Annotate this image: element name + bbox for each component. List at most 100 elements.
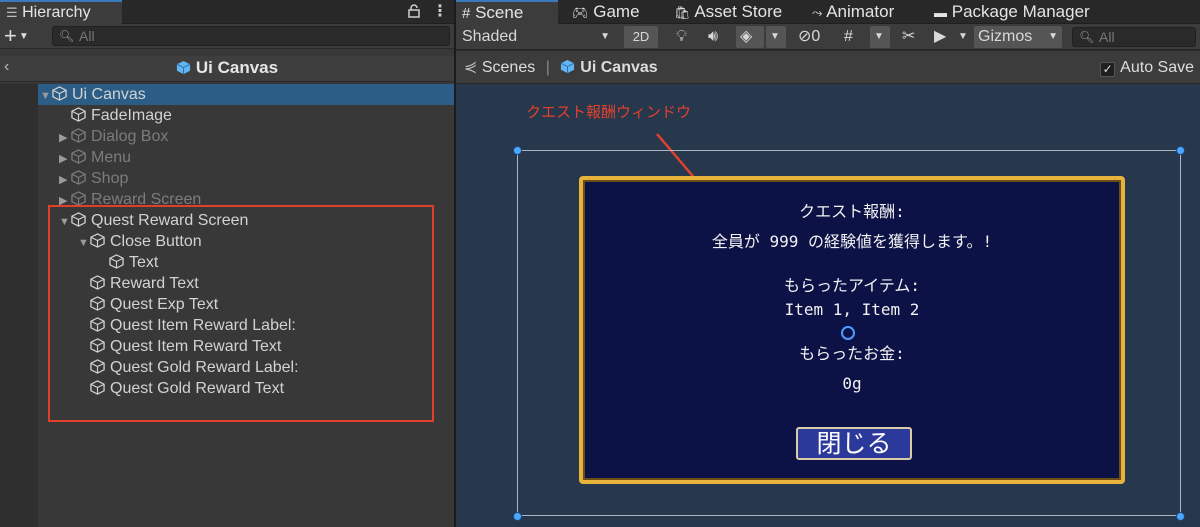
checkbox-checked-icon[interactable]: ✓	[1100, 62, 1116, 77]
list-icon: ☰	[6, 5, 18, 20]
hierarchy-search-placeholder: All	[79, 28, 95, 44]
hidden-count: 0	[811, 28, 821, 45]
gameobject-cube-icon	[71, 170, 86, 185]
hidden-objects-toggle[interactable]: ⊘0	[794, 26, 834, 48]
hierarchy-row-label: Ui Canvas	[72, 86, 146, 103]
tab-hierarchy[interactable]: ☰ Hierarchy	[0, 0, 122, 24]
chevron-down-icon: ▼	[18, 31, 29, 42]
hierarchy-row[interactable]: ▶ Shop	[59, 168, 128, 189]
hierarchy-toolbar: + ▼ 🔍︎ All	[0, 24, 454, 49]
camera-icon[interactable]: ▶	[930, 26, 954, 48]
audio-toggle-icon[interactable]: 🔊︎	[704, 26, 730, 48]
add-object-button[interactable]: + ▼	[4, 24, 29, 49]
toggle-2d-button[interactable]: 2D	[624, 26, 658, 48]
chevron-down-icon: ▼	[600, 31, 610, 42]
shading-mode-value: Shaded	[462, 28, 518, 45]
chevron-down-icon: ▼	[1048, 31, 1058, 42]
lock-icon[interactable]	[408, 0, 420, 24]
expand-arrow-right-icon[interactable]: ▶	[59, 170, 71, 191]
breadcrumb: ⋞ Scenes | Ui Canvas	[464, 57, 658, 77]
package-icon: ▬	[934, 5, 947, 20]
dialog-gold-label: もらったお金:	[799, 344, 905, 363]
add-label: +	[4, 23, 17, 48]
hierarchy-row-label: Shop	[91, 170, 129, 187]
prefab-title: Ui Canvas	[0, 58, 454, 78]
dialog-item-label: もらったアイテム:	[783, 276, 921, 295]
close-button[interactable]: 閉じる	[796, 427, 912, 460]
prefab-cube-icon	[176, 60, 191, 75]
tab-game-label: Game	[593, 2, 640, 21]
tab-animator-label: Animator	[826, 2, 895, 21]
scene-toolbar: Shaded ▼ 2D 💡︎ 🔊︎ ◈ ▼ ⊘0 # ▼ ✂ ▶ ▼ Gizmo…	[456, 24, 1200, 50]
hierarchy-row[interactable]: ▼ Ui Canvas	[38, 84, 454, 105]
gizmos-label: Gizmos	[978, 28, 1033, 45]
breadcrumb-separator: |	[545, 59, 550, 76]
expand-arrow-right-icon[interactable]: ▶	[59, 128, 71, 149]
grid-dropdown-icon[interactable]: ▼	[870, 26, 890, 48]
tab-game[interactable]: 🎮︎ Game	[566, 0, 640, 24]
hierarchy-search-input[interactable]: 🔍︎ All	[52, 26, 450, 46]
tab-asset-store[interactable]: 🛍︎ Asset Store	[668, 0, 782, 24]
tools-icon[interactable]: ✂	[898, 26, 924, 48]
resize-handle-top-left[interactable]	[513, 146, 522, 155]
scene-viewport[interactable]: クエスト報酬ウィンドウ クエスト報酬: 全員が 999 の経験値を獲得します。!…	[456, 84, 1200, 527]
hierarchy-gutter	[0, 84, 38, 527]
bag-icon: 🛍︎	[674, 5, 691, 20]
tab-animator[interactable]: ⤳ Animator	[806, 0, 894, 24]
highlight-annotation-box	[48, 205, 434, 422]
camera-dropdown-icon[interactable]: ▼	[954, 26, 972, 48]
search-icon: 🔍︎	[1079, 30, 1095, 44]
tab-asset-store-label: Asset Store	[694, 2, 783, 21]
resize-handle-top-right[interactable]	[1176, 146, 1185, 155]
scene-search-placeholder: All	[1099, 29, 1115, 45]
hierarchy-row-label: FadeImage	[91, 107, 172, 124]
annotation-label: クエスト報酬ウィンドウ	[526, 103, 692, 121]
expand-arrow-right-icon[interactable]: ▶	[59, 149, 71, 170]
prefab-cube-icon	[561, 59, 575, 74]
auto-save-toggle[interactable]: ✓ Auto Save	[1100, 59, 1194, 77]
hierarchy-row[interactable]: FadeImage	[59, 105, 172, 126]
dialog-title: クエスト報酬:	[799, 202, 905, 221]
scene-panel: # Scene 🎮︎ Game 🛍︎ Asset Store ⤳ Animato…	[456, 0, 1200, 527]
dialog-exp-text: 全員が 999 の経験値を獲得します。!	[711, 232, 993, 251]
scenes-icon: ⋞	[464, 59, 478, 76]
toggle-2d-label: 2D	[632, 29, 650, 44]
prefab-breadcrumb: ‹ Ui Canvas	[0, 56, 454, 82]
lighting-toggle-icon[interactable]: 💡︎	[672, 26, 696, 48]
effects-dropdown-icon[interactable]: ▼	[766, 26, 786, 48]
grid-toggle-icon[interactable]: #	[840, 26, 866, 48]
search-icon: 🔍︎	[59, 29, 75, 43]
resize-handle-bottom-right[interactable]	[1176, 512, 1185, 521]
hierarchy-row[interactable]: ▶ Dialog Box	[59, 126, 168, 147]
resize-handle-bottom-left[interactable]	[513, 512, 522, 521]
pivot-handle[interactable]	[841, 326, 855, 340]
hierarchy-row-label: Menu	[91, 149, 132, 166]
gamepad-icon: 🎮︎	[572, 5, 589, 20]
hierarchy-tabbar: ☰ Hierarchy ⋮	[0, 0, 454, 24]
hierarchy-row-label: Dialog Box	[91, 128, 169, 145]
tab-hierarchy-label: Hierarchy	[22, 4, 91, 21]
tab-package-manager[interactable]: ▬ Package Manager	[928, 0, 1090, 24]
scene-search-input[interactable]: 🔍︎ All	[1072, 27, 1196, 47]
hierarchy-row[interactable]: ▶ Menu	[59, 147, 131, 168]
breadcrumb-scenes[interactable]: Scenes	[482, 59, 535, 76]
dialog-item-text: Item 1, Item 2	[784, 300, 920, 319]
gameobject-cube-icon	[71, 149, 86, 164]
dialog-gold-text: 0g	[842, 374, 862, 393]
prefab-title-label: Ui Canvas	[195, 58, 279, 77]
tab-scene[interactable]: # Scene	[456, 0, 558, 24]
effects-toggle-icon[interactable]: ◈	[736, 26, 764, 48]
shading-mode-dropdown[interactable]: Shaded ▼	[458, 26, 614, 48]
hierarchy-panel: ☰ Hierarchy ⋮ + ▼ 🔍︎ All ‹ Ui Canvas ▼ Ui …	[0, 0, 454, 527]
gameobject-cube-icon	[71, 191, 86, 206]
expand-arrow-down-icon[interactable]: ▼	[40, 86, 52, 107]
eye-slash-icon: ⊘	[798, 28, 812, 45]
auto-save-label: Auto Save	[1120, 59, 1194, 76]
animator-icon: ⤳	[812, 5, 823, 20]
breadcrumb-current: Ui Canvas	[580, 59, 658, 76]
more-menu-icon[interactable]: ⋮	[432, 0, 448, 24]
grid-icon: #	[462, 5, 471, 22]
tab-scene-label: Scene	[475, 3, 524, 22]
gizmos-dropdown[interactable]: Gizmos ▼	[974, 26, 1062, 48]
scene-tabbar: # Scene 🎮︎ Game 🛍︎ Asset Store ⤳ Animato…	[456, 0, 1200, 24]
